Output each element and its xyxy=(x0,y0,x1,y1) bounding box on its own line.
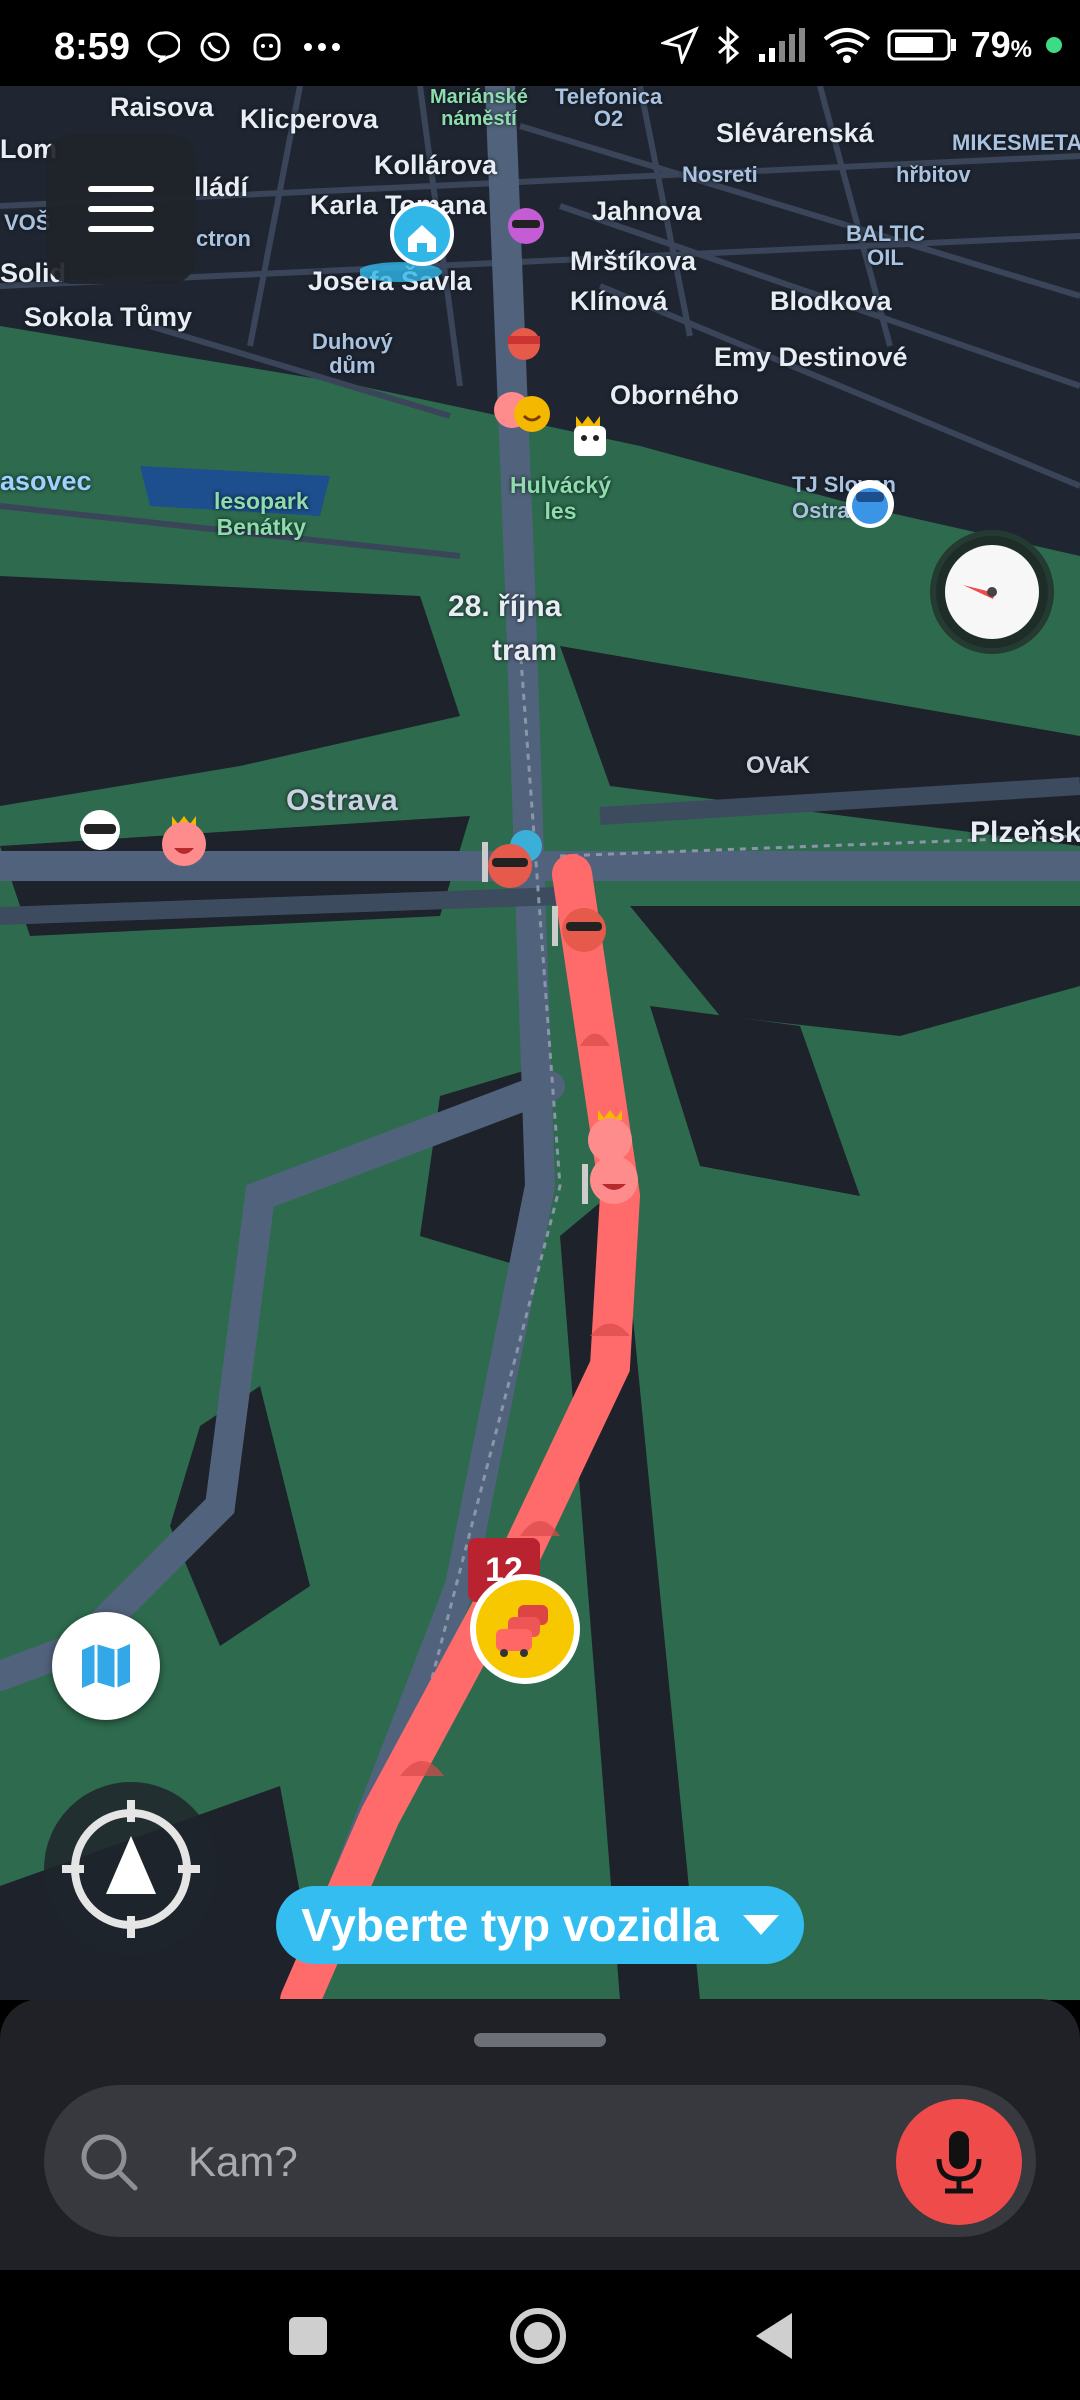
map-label-asovec: asovec xyxy=(0,466,92,496)
status-bar: 8:59 79 % xyxy=(0,0,1080,86)
map-label-rijna: 28. října xyxy=(448,590,562,623)
search-icon xyxy=(81,2134,138,2191)
privacy-indicator-dot xyxy=(1046,37,1062,53)
map-label-sokola-tumy: Sokola Tůmy xyxy=(24,302,193,332)
search-bar[interactable] xyxy=(44,2085,1036,2237)
search-input[interactable] xyxy=(186,2129,920,2195)
menu-button[interactable] xyxy=(46,134,196,284)
traffic-jam-icon[interactable] xyxy=(470,1574,580,1684)
wazer-marker[interactable] xyxy=(494,322,550,367)
chevron-down-icon xyxy=(742,1915,779,1935)
more-dots-icon xyxy=(304,43,340,51)
map-label-raisova: Raisova xyxy=(110,92,214,122)
map-view[interactable]: Raisova Klicperova Mariánské náměstí Tel… xyxy=(0,86,1080,2000)
map-label-ctron: ctron xyxy=(196,226,251,251)
map-label-oborneho: Oborného xyxy=(610,380,739,410)
map-label-marianske: Mariánské náměstí xyxy=(430,86,528,130)
voice-search-button[interactable] xyxy=(896,2099,1022,2225)
wazer-marker[interactable] xyxy=(490,204,550,255)
map-label-nosreti: Nosreti xyxy=(682,162,758,187)
map-canvas xyxy=(0,86,1080,2000)
chat-bubble-icon xyxy=(147,31,180,64)
map-label-plzenska: Plzeňská xyxy=(970,816,1080,849)
circle-icon xyxy=(510,2308,566,2364)
status-right: 79 % xyxy=(660,24,1062,66)
map-label-jahnova: Jahnova xyxy=(592,196,702,226)
recenter-button[interactable] xyxy=(44,1782,218,1956)
wazer-marker[interactable] xyxy=(76,806,132,859)
map-label-hrbitov: hřbitov xyxy=(896,162,971,187)
home-marker[interactable] xyxy=(358,200,460,295)
sheet-drag-handle[interactable] xyxy=(474,2033,606,2047)
vehicle-type-button[interactable]: Vyberte typ vozidla xyxy=(276,1886,804,1964)
speedometer-dial xyxy=(945,545,1039,639)
status-time: 8:59 xyxy=(54,26,131,68)
map-label-lesopark: lesopark Benátky xyxy=(214,488,309,540)
speedometer[interactable] xyxy=(930,530,1054,654)
police-marker[interactable] xyxy=(842,476,898,537)
map-label-klinova: Klínová xyxy=(570,286,668,316)
map-label-baltic: BALTIC OIL xyxy=(846,221,926,270)
wazer-marker[interactable] xyxy=(486,386,556,443)
crosshair-navigation-icon xyxy=(62,1800,200,1938)
wazer-marker[interactable] xyxy=(578,1104,648,1219)
microphone-icon xyxy=(936,2131,982,2194)
map-layers-button[interactable] xyxy=(52,1612,160,1720)
map-label-mikesmeta: MIKESMETA xyxy=(952,130,1080,155)
map-label-klicperova: Klicperova xyxy=(240,104,379,134)
status-left-icons xyxy=(146,30,342,64)
menu-icon-line xyxy=(88,226,154,232)
system-nav-bar xyxy=(0,2270,1080,2400)
menu-icon-line xyxy=(88,206,154,212)
wazer-marker[interactable] xyxy=(544,898,614,963)
map-label-tram: tram xyxy=(492,634,558,667)
recent-apps-button[interactable] xyxy=(278,2306,338,2366)
map-label-ostrava: Ostrava xyxy=(286,784,398,817)
back-button[interactable] xyxy=(744,2306,804,2366)
map-label-duhovy-dum: Duhový dům xyxy=(312,329,393,378)
battery-unit: % xyxy=(1010,36,1032,63)
map-label-lladi: lládí xyxy=(194,172,249,202)
signal-icon xyxy=(758,28,805,62)
triangle-back-icon xyxy=(756,2313,792,2359)
battery-percent: 79 xyxy=(970,24,1011,65)
map-label-ovak: OVaK xyxy=(746,752,811,779)
map-label-vos: VOŠ xyxy=(4,210,51,235)
battery-icon xyxy=(887,29,956,61)
map-label-telefonica: Telefonica O2 xyxy=(555,86,663,131)
menu-icon-line xyxy=(88,186,154,192)
vehicle-type-label: Vyberte typ vozidla xyxy=(301,1899,719,1951)
home-button[interactable] xyxy=(508,2306,568,2366)
map-label-slevarenska: Slévárenská xyxy=(716,118,874,148)
app-icon xyxy=(253,33,281,61)
wifi-icon xyxy=(823,28,870,63)
map-icon xyxy=(82,1644,130,1690)
map-label-emy-destinove: Emy Destinové xyxy=(714,342,908,372)
bluetooth-icon xyxy=(717,25,739,65)
wazer-marker[interactable] xyxy=(566,406,612,467)
map-label-hulvacky: Hulvácký les xyxy=(510,472,612,524)
square-icon xyxy=(289,2317,327,2355)
map-label-mrstikova: Mrštíkova xyxy=(570,246,697,276)
whatsapp-icon xyxy=(200,32,230,62)
location-arrow-icon xyxy=(660,26,699,64)
bottom-sheet xyxy=(0,1999,1080,2270)
wazer-marker[interactable] xyxy=(156,806,212,875)
map-label-kollarova: Kollárova xyxy=(374,150,498,180)
wazer-marker[interactable] xyxy=(474,824,550,899)
map-label-blodkova: Blodkova xyxy=(770,286,892,316)
